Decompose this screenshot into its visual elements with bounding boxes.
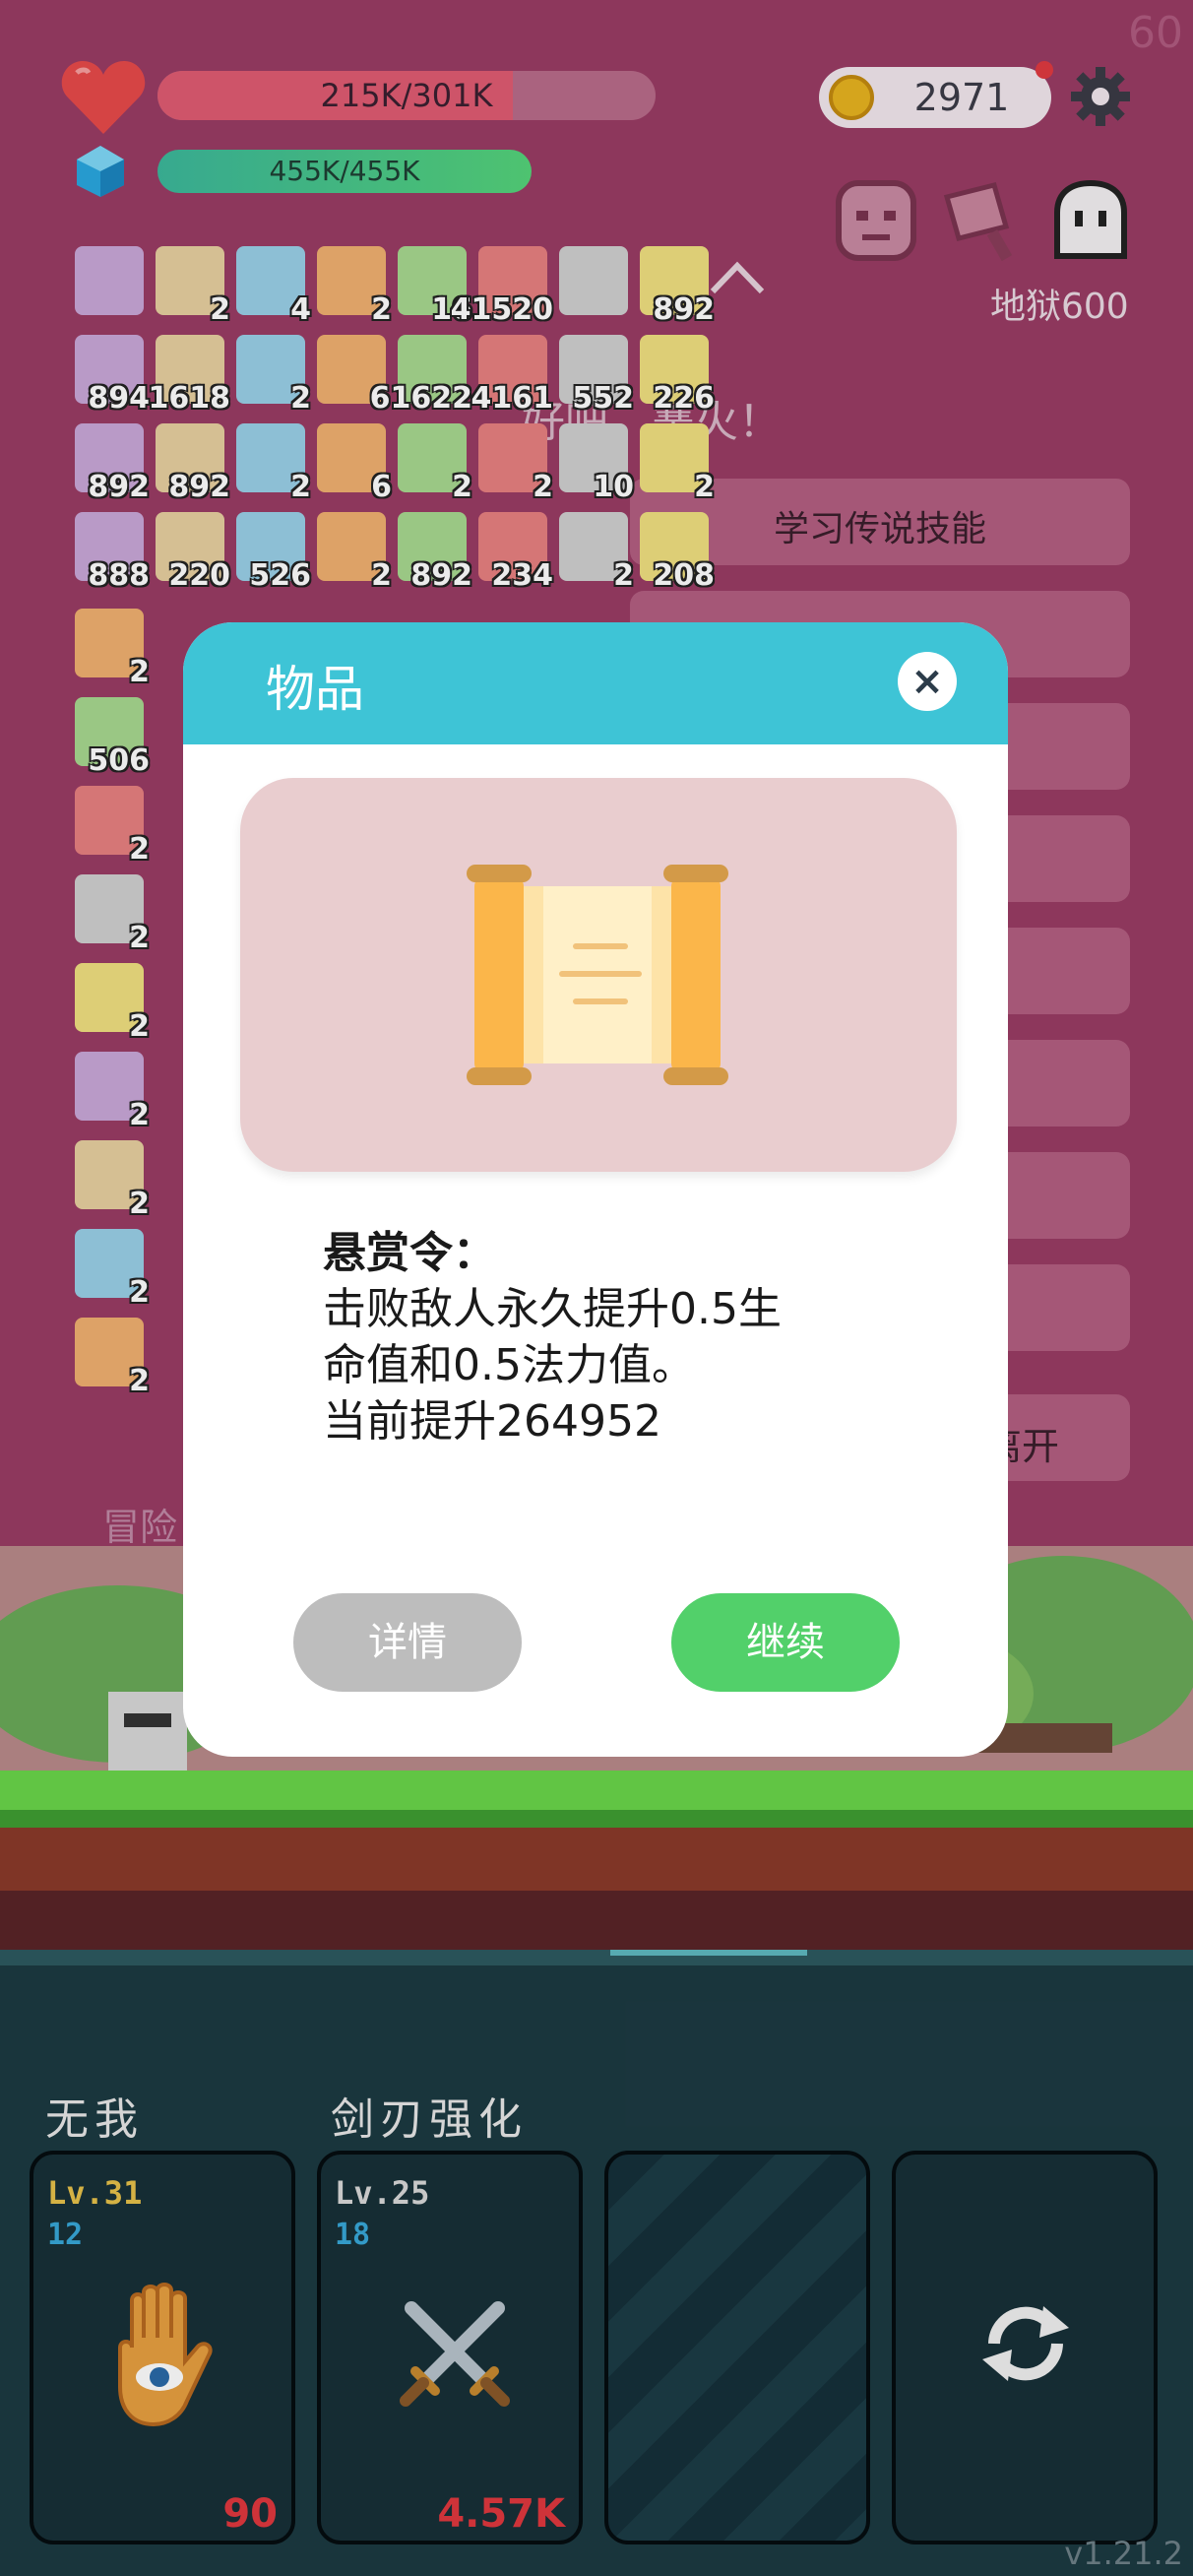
- description-line: 命值和0.5法力值。: [323, 1340, 695, 1390]
- description-line: 当前提升264952: [323, 1396, 661, 1447]
- item-preview: [240, 778, 957, 1172]
- item-description: 悬赏令： 击败敌人永久提升0.5生 命值和0.5法力值。 当前提升264952: [323, 1225, 913, 1449]
- close-button[interactable]: ×: [898, 652, 957, 711]
- description-line: 击败敌人永久提升0.5生: [323, 1284, 782, 1334]
- continue-button[interactable]: 继续: [671, 1593, 900, 1692]
- details-button[interactable]: 详情: [293, 1593, 522, 1692]
- item-dialog: 物品 × 悬赏令： 击败敌人永久提升0.5生 命值和0.5法力值。 当前提升26…: [183, 622, 1008, 1757]
- item-name: 悬赏令：: [323, 1228, 496, 1278]
- scroll-icon: [467, 865, 728, 1085]
- close-icon: ×: [910, 659, 944, 704]
- dialog-title: 物品: [266, 661, 364, 718]
